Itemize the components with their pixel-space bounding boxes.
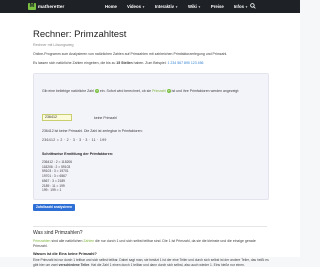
section-divider (33, 226, 267, 227)
prime-status-label: keine Primzahl (94, 116, 117, 120)
step-item: 199 : 199 = 1 (42, 188, 62, 193)
intro-example-text: Es lassen sich natürliche Zahlen eingebe… (33, 61, 269, 66)
step-item: 236412 : 2 = 118206 (42, 160, 73, 164)
factorization-text: 236412 = 2 · 2 · 3 · 3 · 3 · 11 · 199 (42, 138, 107, 142)
nav-item-preise[interactable]: Preise (211, 4, 224, 9)
result-text: 236412 ist keine Primzahl. Die Zahl ist … (42, 129, 143, 133)
article-paragraph: Eine Primzahl ist nur durch 1 teilbar un… (33, 258, 269, 267)
nav-label: Wiki (188, 4, 197, 9)
nav-item-infos[interactable]: Infos ▼ (234, 4, 248, 9)
paragraph-text: . Hat die Zahl 1 einen durch 1 teilbar u… (89, 262, 245, 267)
intro-example-after: haben. Zum Beispiel: (133, 61, 167, 65)
steps-heading: Schrittweise Ermittlung der Primfaktoren… (42, 152, 114, 156)
nav-item-wiki[interactable]: Wiki ▼ (188, 4, 201, 9)
nav-label: Home (105, 4, 117, 9)
random-number-button[interactable]: Zufallszahl analysieren (33, 204, 75, 211)
intro-example-before: Es lassen sich natürliche Zahlen eingebe… (33, 61, 116, 65)
subsection-heading: Warum ist die Eins keine Primzahl? (33, 252, 97, 256)
instruction-part: ist und ihre Primfaktoren werden angezei… (171, 89, 240, 93)
chevron-down-icon: ▼ (245, 4, 248, 9)
brand-name: matheretter (38, 4, 65, 9)
chevron-down-icon: ▼ (197, 4, 201, 9)
page-title: Rechner: Primzahltest (33, 29, 127, 40)
example-number-link[interactable]: 1 234 567 890 123 456 (168, 61, 204, 65)
brand-logo[interactable]: M matheretter (28, 3, 64, 10)
search-icon[interactable] (250, 3, 256, 9)
nav-item-interaktiv[interactable]: Interaktiv ▼ (155, 4, 178, 9)
nav-item-home[interactable]: Home (105, 4, 117, 9)
paragraph-bold: verschiedene Teiler (58, 262, 90, 267)
main-nav: Home Videos ▼ Interaktiv ▼ Wiki ▼ Preise In… (105, 0, 258, 13)
number-input[interactable] (42, 114, 72, 121)
top-navigation-bar: M matheretter Home Videos ▼ Interaktiv ▼ W… (0, 0, 300, 13)
chevron-down-icon: ▼ (141, 4, 145, 9)
chevron-down-icon: ▼ (175, 4, 179, 9)
primzahl-link[interactable]: Primzahl (152, 89, 166, 93)
page-content: Rechner: Primzahltest Rechner mit Lösung… (0, 13, 300, 267)
nav-label: Videos (126, 4, 141, 9)
steps-list: 236412 : 2 = 118206 118206 : 2 = 59103 5… (42, 160, 72, 193)
instruction-part: ein. Sofort wird berechnet, ob sie (99, 89, 152, 93)
nav-label: Infos (233, 4, 244, 9)
zahlen-link[interactable]: Zahlen (83, 239, 94, 243)
help-icon[interactable]: ? (94, 89, 99, 94)
intro-text: Online-Programm zum Analysieren von natü… (33, 52, 228, 56)
calculator-instruction: Gib eine beliebige natürliche Zahl ? ein… (42, 89, 252, 94)
primzahlen-link[interactable]: Primzahlen (33, 239, 51, 243)
nav-item-videos[interactable]: Videos ▼ (127, 4, 145, 9)
page-subtitle: Rechner mit Lösungsweg (33, 43, 74, 47)
calculator-panel: Gib eine beliebige natürliche Zahl ? ein… (33, 73, 269, 200)
intro-example-bold: 15 Stellen (116, 61, 133, 65)
paragraph-text: sind alle natürlichen (51, 239, 83, 243)
brand-logo-mark: M (28, 3, 36, 10)
nav-label: Preise (210, 4, 224, 9)
article-paragraph: Primzahlen sind alle natürlichen Zahlen … (33, 239, 269, 249)
help-icon[interactable]: ? (166, 89, 171, 94)
nav-label: Interaktiv (154, 4, 175, 9)
instruction-part: Gib eine beliebige natürliche Zahl (42, 89, 94, 93)
section-heading: Was sind Primzahlen? (33, 230, 83, 236)
